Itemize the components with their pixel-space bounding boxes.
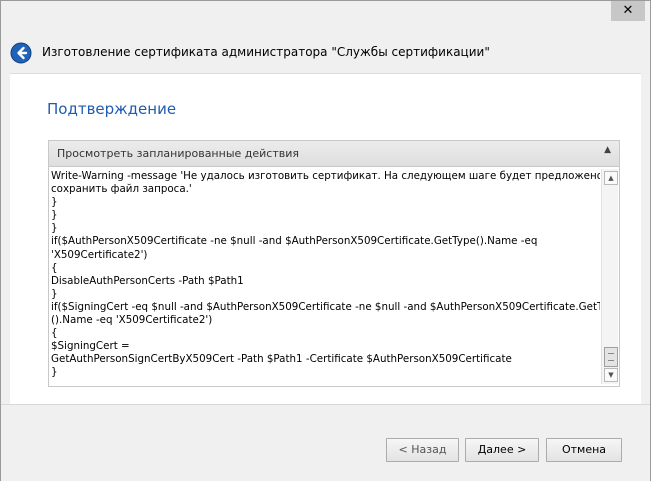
cancel-button[interactable]: Отмена	[546, 438, 622, 462]
script-line: DisableAuthPersonCerts -Path $Path1	[51, 274, 244, 287]
script-textarea[interactable]: Write-Warning -message 'Не удалось изгот…	[51, 170, 600, 384]
script-line: {	[51, 261, 58, 274]
back-button[interactable]: < Назад	[386, 438, 459, 462]
planned-actions-expander: Просмотреть запланированные действия ▲ W…	[48, 140, 620, 387]
scroll-thumb[interactable]	[604, 347, 618, 367]
script-line: GetAuthPersonSignCertByX509Cert -Path $P…	[51, 353, 512, 366]
title-bar: ✕	[1, 1, 650, 31]
script-line: if($AuthPersonX509Certificate -ne $null …	[51, 235, 538, 248]
next-button[interactable]: Далее >	[465, 438, 539, 462]
expander-header-label: Просмотреть запланированные действия	[57, 147, 299, 160]
script-line: }	[51, 222, 58, 235]
back-arrow-icon[interactable]	[10, 42, 32, 64]
script-line: $SigningCert =	[51, 340, 130, 353]
vertical-scrollbar[interactable]: ▲ ▼	[601, 169, 618, 384]
script-line: }	[51, 196, 58, 209]
expander-header[interactable]: Просмотреть запланированные действия ▲	[49, 141, 619, 167]
script-line: }	[51, 366, 58, 379]
script-line: ().Name -eq 'X509Certificate2')	[51, 314, 213, 327]
wizard-window: ✕ Изготовление сертификата администратор…	[0, 0, 651, 481]
wizard-header: Изготовление сертификата администратора …	[1, 31, 650, 73]
script-line: }	[51, 287, 58, 300]
script-line: Write-Warning -message 'Не удалось изгот…	[51, 170, 600, 182]
scroll-up-icon[interactable]: ▲	[604, 171, 618, 185]
chevron-up-icon[interactable]: ▲	[604, 145, 611, 155]
script-line: if($SigningCert -eq $null -and $AuthPers…	[51, 300, 600, 313]
content-panel: Подтверждение Просмотреть запланированны…	[10, 73, 641, 404]
script-line: {	[51, 327, 58, 340]
script-line: }	[51, 209, 58, 222]
wizard-footer: < Назад Далее > Отмена	[1, 404, 650, 481]
close-button[interactable]: ✕	[611, 1, 645, 21]
script-line: сохранить файл запроса.'	[51, 183, 192, 196]
script-line: 'X509Certificate2')	[51, 248, 148, 261]
scroll-down-icon[interactable]: ▼	[604, 368, 618, 382]
wizard-title: Изготовление сертификата администратора …	[42, 45, 490, 59]
page-title: Подтверждение	[47, 100, 177, 118]
